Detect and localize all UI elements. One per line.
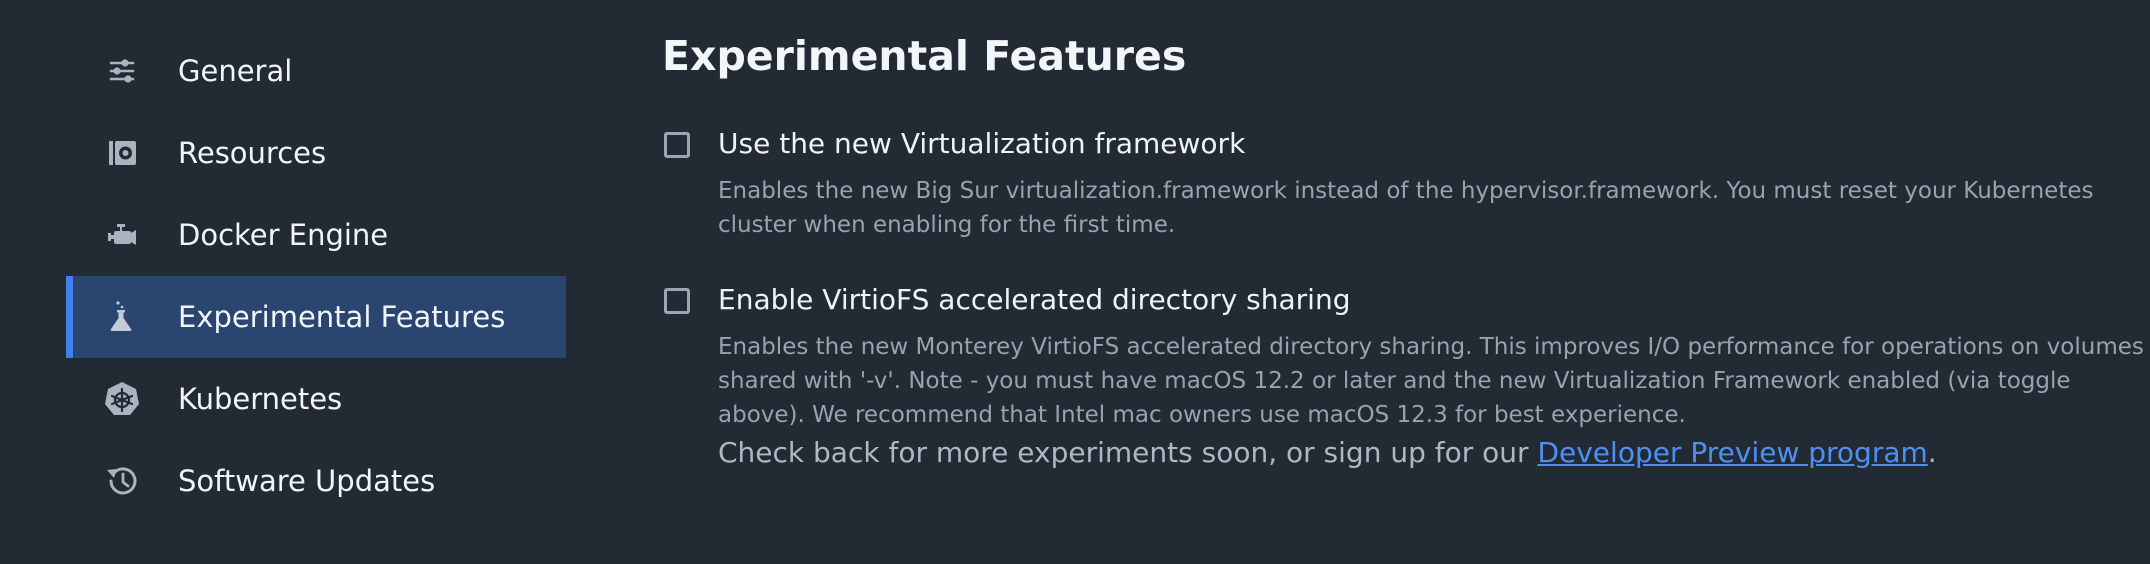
sidebar: General Resources Docker Engine Experime… — [66, 0, 566, 564]
sidebar-item-experimental-features[interactable]: Experimental Features — [66, 276, 566, 358]
option-description: Enables the new Monterey VirtioFS accele… — [718, 334, 2144, 428]
sidebar-item-docker-engine[interactable]: Docker Engine — [66, 194, 566, 276]
sliders-icon — [103, 52, 141, 90]
footer-text: Check back for more experiments soon, or… — [718, 436, 1538, 469]
option-label: Enable VirtioFS accelerated directory sh… — [718, 283, 1351, 316]
page-title: Experimental Features — [662, 32, 1187, 80]
history-icon — [103, 462, 141, 500]
sidebar-item-general[interactable]: General — [66, 30, 566, 112]
flask-icon — [103, 298, 141, 336]
kubernetes-icon — [103, 380, 141, 418]
virtualization-framework-checkbox[interactable] — [664, 132, 690, 158]
sidebar-item-label: Experimental Features — [178, 300, 506, 334]
main-panel: Experimental Features Use the new Virtua… — [662, 0, 2150, 564]
sidebar-item-label: Software Updates — [178, 464, 436, 498]
sidebar-item-label: Resources — [178, 136, 327, 170]
engine-icon — [103, 216, 141, 254]
sidebar-item-label: General — [178, 54, 293, 88]
footer-period: . — [1927, 436, 1937, 469]
virtiofs-checkbox[interactable] — [664, 288, 690, 314]
settings-window: General Resources Docker Engine Experime… — [0, 0, 2150, 564]
resources-icon — [103, 134, 141, 172]
footer-note: Check back for more experiments soon, or… — [718, 436, 1937, 469]
developer-preview-link[interactable]: Developer Preview program — [1537, 436, 1927, 469]
sidebar-item-label: Docker Engine — [178, 218, 389, 252]
option-description: Enables the new Big Sur virtualization.f… — [718, 178, 2094, 238]
sidebar-item-software-updates[interactable]: Software Updates — [66, 440, 566, 522]
sidebar-item-kubernetes[interactable]: Kubernetes — [66, 358, 566, 440]
option-label: Use the new Virtualization framework — [718, 127, 1246, 160]
sidebar-item-label: Kubernetes — [178, 382, 343, 416]
sidebar-item-resources[interactable]: Resources — [66, 112, 566, 194]
